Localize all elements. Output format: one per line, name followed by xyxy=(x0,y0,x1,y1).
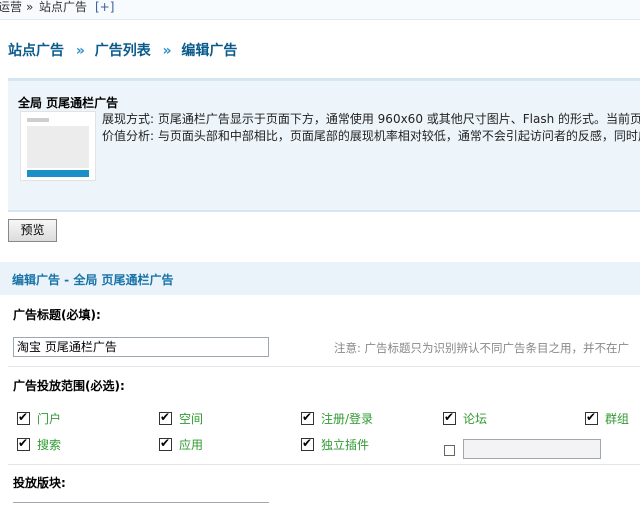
checkbox-checked-icon[interactable] xyxy=(159,410,172,425)
ad-block-select[interactable] xyxy=(13,502,269,506)
edit-ad-section-header: 编辑广告 - 全局 页尾通栏广告 xyxy=(0,262,640,295)
checkbox-checked-icon[interactable] xyxy=(443,410,456,425)
heading-ad-list-link[interactable]: 广告列表 xyxy=(95,43,151,59)
top-breadcrumb-bar: 运营 » 站点广告 [+] xyxy=(0,0,640,20)
divider xyxy=(8,464,640,465)
section-title: 编辑广告 - 全局 页尾通栏广告 xyxy=(12,273,174,287)
checkbox-checked-icon[interactable] xyxy=(585,410,598,425)
checkbox-checked-icon[interactable] xyxy=(301,410,314,425)
heading-separator: » xyxy=(162,43,172,59)
page-heading-breadcrumb: 站点广告 » 广告列表 » 编辑广告 xyxy=(8,40,238,59)
preview-button[interactable]: 预览 xyxy=(8,219,57,242)
heading-site-ads-link[interactable]: 站点广告 xyxy=(8,43,64,59)
ad-title-label: 广告标题(必填): xyxy=(13,308,101,322)
ad-scope-label: 广告投放范围(必选): xyxy=(13,379,125,393)
ad-title-note: 注意: 广告标题只为识别辨认不同广告条目之用，并不在广 xyxy=(334,341,630,355)
ad-title-input[interactable]: 淘宝 页尾通栏广告 xyxy=(13,337,269,357)
ad-type-info-box: 全局 页尾通栏广告 展现方式: 页尾通栏广告显示于页面下方，通常使用 960x6… xyxy=(8,78,640,212)
footer-banner-thumbnail-icon xyxy=(20,111,96,181)
checkbox-checked-icon[interactable] xyxy=(159,436,172,451)
ad-type-title: 全局 页尾通栏广告 xyxy=(18,96,119,110)
breadcrumb-operations[interactable]: 运营 xyxy=(0,0,22,14)
heading-separator: » xyxy=(75,43,85,59)
breadcrumb-site-ads[interactable]: 站点广告 xyxy=(39,0,87,14)
breadcrumb-separator: » xyxy=(26,0,34,14)
scope-other-input[interactable] xyxy=(463,439,601,459)
display-method-text: 展现方式: 页尾通栏广告显示于页面下方，通常使用 960x60 或其他尺寸图片、… xyxy=(102,112,640,126)
divider xyxy=(8,366,640,367)
heading-edit-ad: 编辑广告 xyxy=(181,43,238,59)
scope-checkbox-other[interactable] xyxy=(444,445,455,456)
checkbox-checked-icon[interactable] xyxy=(17,410,30,425)
add-shortcut-link[interactable]: [+] xyxy=(95,0,114,14)
checkbox-checked-icon[interactable] xyxy=(301,436,314,451)
value-analysis-text: 价值分析: 与页面头部和中部相比，页面尾部的展现机率相对较低，通常不会引起访问者… xyxy=(102,129,640,143)
ad-block-label: 投放版块: xyxy=(13,476,66,490)
checkbox-checked-icon[interactable] xyxy=(17,436,30,451)
